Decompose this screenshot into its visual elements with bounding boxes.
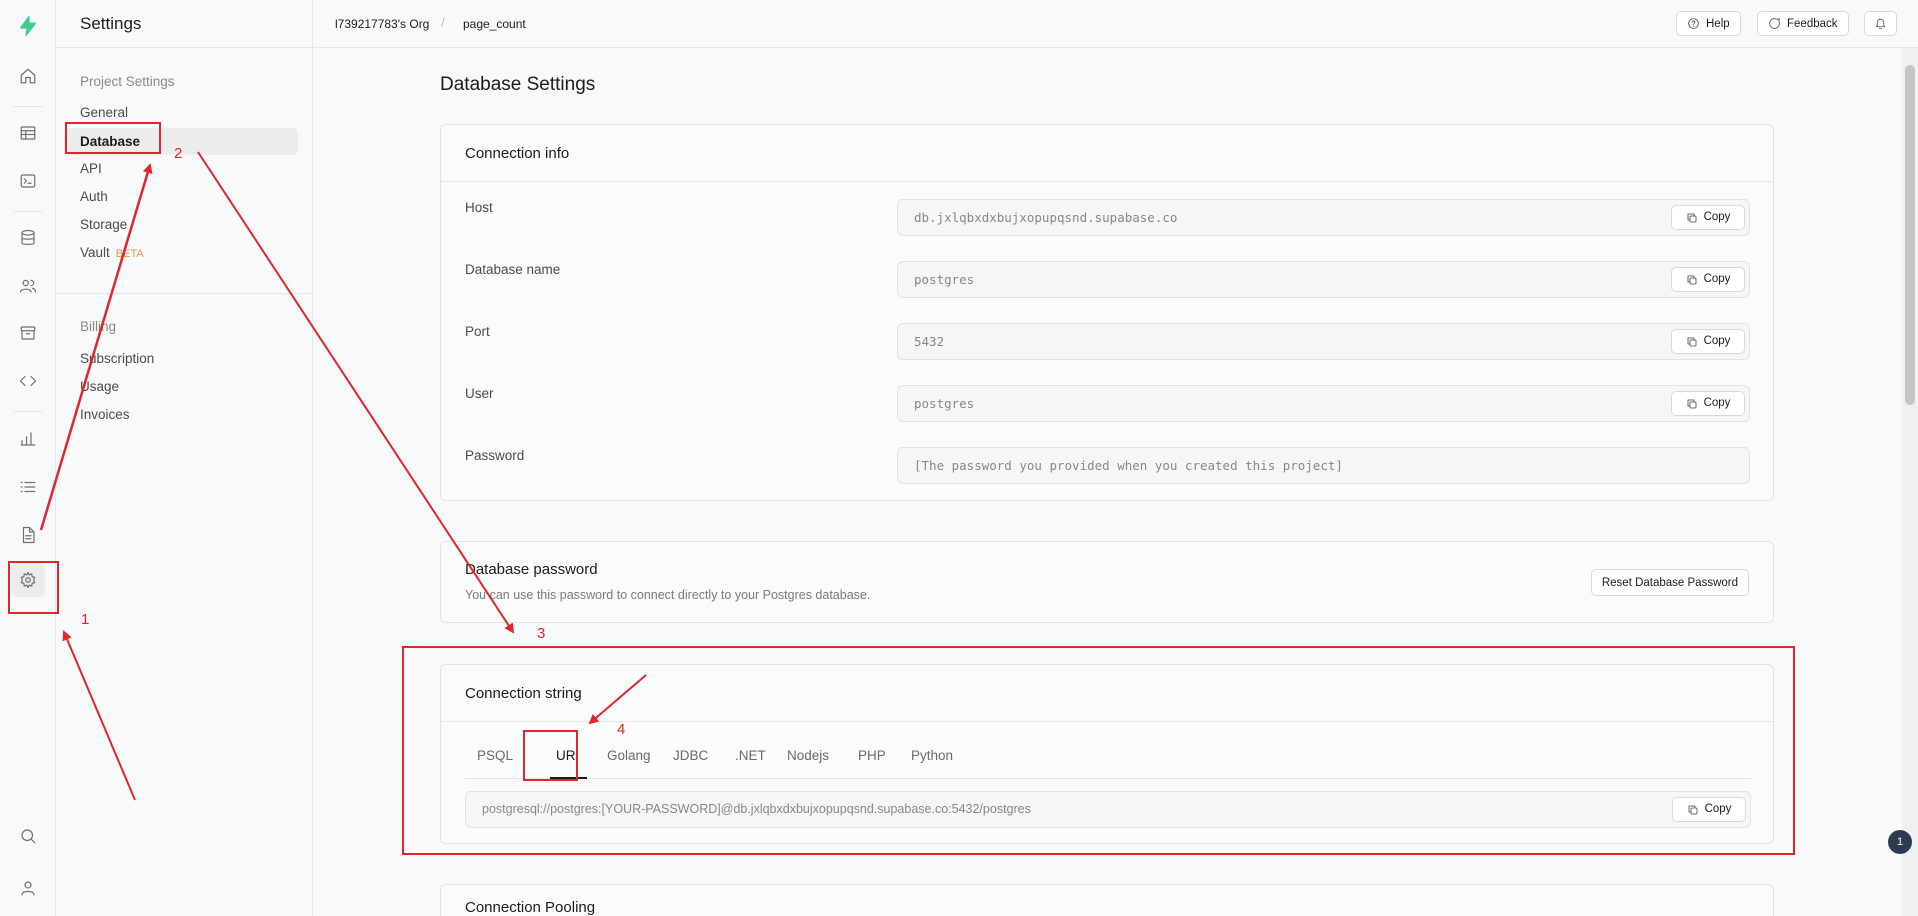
database-password-title: Database password bbox=[465, 561, 598, 578]
table-editor-icon[interactable] bbox=[16, 121, 40, 145]
sidebar-item-vault-label: Vault bbox=[80, 245, 110, 260]
rail-divider bbox=[14, 211, 42, 212]
copy-database-name-button[interactable]: Copy bbox=[1671, 267, 1745, 292]
notification-count-badge[interactable]: 1 bbox=[1888, 830, 1912, 854]
host-field[interactable]: db.jxlqbxdxbujxopupqsnd.supabase.co Copy bbox=[897, 199, 1750, 236]
copy-icon bbox=[1687, 213, 1696, 222]
sidebar-item-vault[interactable]: Vault BETA bbox=[80, 245, 144, 260]
home-icon[interactable] bbox=[16, 64, 40, 88]
copy-icon bbox=[1687, 275, 1696, 284]
breadcrumb-separator: / bbox=[441, 14, 445, 30]
docs-icon[interactable] bbox=[16, 523, 40, 547]
annotation-box-settings bbox=[8, 561, 59, 614]
storage-icon[interactable] bbox=[16, 321, 40, 345]
help-icon bbox=[1688, 18, 1699, 29]
sidebar-item-storage[interactable]: Storage bbox=[80, 217, 127, 232]
copy-label: Copy bbox=[1703, 210, 1731, 223]
password-field[interactable]: [The password you provided when you crea… bbox=[897, 447, 1750, 484]
port-field[interactable]: 5432 Copy bbox=[897, 323, 1750, 360]
database-password-description: You can use this password to connect dir… bbox=[465, 588, 871, 602]
bolt-logo-icon[interactable] bbox=[16, 14, 40, 38]
rail-divider bbox=[14, 411, 42, 412]
logs-icon[interactable] bbox=[16, 475, 40, 499]
message-icon bbox=[1769, 18, 1780, 29]
password-label: Password bbox=[465, 448, 525, 463]
sidebar-title: Settings bbox=[80, 14, 142, 33]
billing-heading: Billing bbox=[80, 319, 117, 334]
sidebar-item-auth[interactable]: Auth bbox=[80, 189, 108, 204]
annotation-box-connection-string bbox=[402, 646, 1795, 855]
reports-icon[interactable] bbox=[16, 427, 40, 451]
annotation-box-database bbox=[65, 122, 161, 154]
copy-label: Copy bbox=[1703, 334, 1731, 347]
copy-label: Copy bbox=[1703, 272, 1731, 285]
rail-divider bbox=[14, 106, 42, 107]
bell-icon bbox=[1875, 18, 1886, 29]
breadcrumb-org[interactable]: l739217783's Org bbox=[335, 17, 429, 31]
host-value: db.jxlqbxdxbujxopupqsnd.supabase.co bbox=[914, 210, 1178, 225]
annotation-box-uri-tab bbox=[523, 730, 578, 781]
reset-database-password-button[interactable]: Reset Database Password bbox=[1590, 569, 1749, 596]
top-bar: l739217783's Org / page_count Help Feedb… bbox=[313, 0, 1918, 48]
database-name-field[interactable]: postgres Copy bbox=[897, 261, 1750, 298]
copy-port-button[interactable]: Copy bbox=[1671, 329, 1745, 354]
copy-icon bbox=[1687, 337, 1696, 346]
sidebar-item-api[interactable]: API bbox=[80, 161, 102, 176]
connection-pooling-title: Connection Pooling bbox=[465, 899, 596, 916]
annotation-step-2: 2 bbox=[174, 145, 183, 162]
copy-icon bbox=[1687, 399, 1696, 408]
port-value: 5432 bbox=[914, 334, 945, 349]
connection-info-title: Connection info bbox=[441, 125, 1773, 182]
beta-badge: BETA bbox=[115, 248, 144, 260]
connection-info-card: Connection info Host db.jxlqbxdxbujxopup… bbox=[440, 124, 1774, 501]
notifications-button[interactable] bbox=[1864, 11, 1897, 36]
feedback-button[interactable]: Feedback bbox=[1757, 11, 1849, 36]
database-name-label: Database name bbox=[465, 262, 561, 277]
database-password-card: Database password You can use this passw… bbox=[440, 541, 1774, 623]
annotation-step-3: 3 bbox=[537, 625, 546, 642]
database-name-value: postgres bbox=[914, 272, 975, 287]
copy-host-button[interactable]: Copy bbox=[1671, 205, 1745, 230]
sidebar-header-divider bbox=[56, 47, 313, 48]
connection-pooling-card: Connection Pooling bbox=[440, 884, 1774, 916]
password-value: [The password you provided when you crea… bbox=[914, 458, 1343, 473]
code-icon[interactable] bbox=[16, 369, 40, 393]
breadcrumb-project[interactable]: page_count bbox=[463, 17, 526, 31]
sidebar-item-invoices[interactable]: Invoices bbox=[80, 407, 130, 422]
sidebar-item-usage[interactable]: Usage bbox=[80, 379, 119, 394]
database-icon[interactable] bbox=[16, 226, 40, 250]
help-button[interactable]: Help bbox=[1676, 11, 1741, 36]
sidebar-item-subscription[interactable]: Subscription bbox=[80, 351, 154, 366]
copy-user-button[interactable]: Copy bbox=[1671, 391, 1745, 416]
annotation-step-4: 4 bbox=[617, 721, 626, 738]
scrollbar-thumb[interactable] bbox=[1905, 65, 1915, 405]
sql-editor-icon[interactable] bbox=[16, 169, 40, 193]
copy-label: Copy bbox=[1703, 396, 1731, 409]
icon-rail bbox=[0, 0, 56, 916]
help-label: Help bbox=[1706, 17, 1730, 30]
project-settings-heading: Project Settings bbox=[80, 74, 175, 89]
sidebar-item-general[interactable]: General bbox=[80, 105, 128, 120]
user-label: User bbox=[465, 386, 494, 401]
sidebar-divider bbox=[56, 293, 312, 294]
user-field[interactable]: postgres Copy bbox=[897, 385, 1750, 422]
user-value: postgres bbox=[914, 396, 975, 411]
annotation-step-1: 1 bbox=[81, 611, 90, 628]
feedback-label: Feedback bbox=[1787, 17, 1838, 30]
users-icon[interactable] bbox=[16, 274, 40, 298]
search-icon[interactable] bbox=[16, 824, 40, 848]
page-title: Database Settings bbox=[440, 74, 596, 95]
user-icon[interactable] bbox=[16, 876, 40, 900]
host-label: Host bbox=[465, 200, 493, 215]
port-label: Port bbox=[465, 324, 490, 339]
